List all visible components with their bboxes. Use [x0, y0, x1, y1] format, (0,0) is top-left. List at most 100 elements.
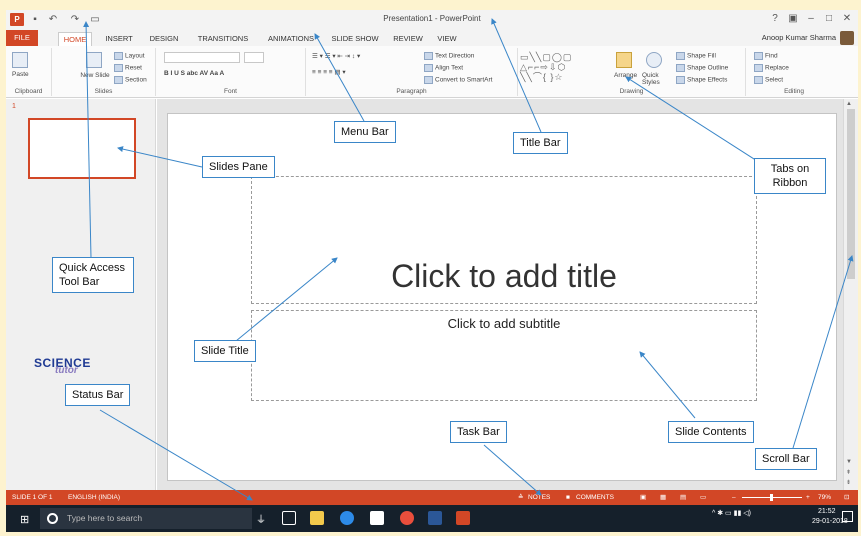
clock-time[interactable]: 21:52: [818, 508, 836, 515]
task-view-icon[interactable]: [282, 511, 296, 525]
arrange-button[interactable]: Arrange: [614, 72, 637, 79]
action-center-icon[interactable]: [842, 511, 853, 522]
title-placeholder[interactable]: Click to add title: [251, 176, 757, 304]
edge-browser-icon[interactable]: [340, 511, 354, 525]
font-size-combo[interactable]: [244, 52, 264, 63]
scroll-down-icon[interactable]: ▼: [846, 459, 852, 465]
callout-menu-bar: Menu Bar: [334, 121, 396, 143]
shape-outline-label: Shape Outline: [687, 64, 729, 72]
section-label: Section: [125, 76, 147, 84]
restore-icon[interactable]: □: [822, 12, 836, 26]
paste-button[interactable]: Paste: [12, 71, 29, 78]
window-title: Presentation1 - PowerPoint: [383, 14, 481, 23]
select-button[interactable]: Select: [754, 76, 783, 84]
ribbon: Paste Clipboard New Slide Layout Reset S…: [6, 46, 858, 98]
shape-fill-button[interactable]: Shape Fill: [676, 52, 716, 60]
tab-slide-show[interactable]: SLIDE SHOW: [328, 32, 382, 45]
tab-file[interactable]: FILE: [6, 30, 38, 46]
zoom-out-icon[interactable]: –: [732, 490, 736, 505]
subtitle-placeholder[interactable]: Click to add subtitle: [251, 310, 757, 401]
slide-show-icon[interactable]: ▭: [700, 490, 706, 505]
comments-button[interactable]: COMMENTS: [576, 490, 614, 505]
quick-styles-button[interactable]: Quick Styles: [642, 72, 672, 86]
text-direction-button[interactable]: Text Direction: [424, 52, 474, 60]
section-button[interactable]: Section: [114, 76, 147, 84]
callout-slide-contents: Slide Contents: [668, 421, 754, 443]
scrollbar-thumb[interactable]: [847, 109, 855, 279]
slides-pane[interactable]: 1: [6, 99, 156, 490]
next-slide-icon[interactable]: ⇟: [846, 479, 851, 486]
zoom-in-icon[interactable]: +: [806, 490, 810, 505]
slide-thumbnail[interactable]: [28, 118, 136, 179]
language-indicator[interactable]: ENGLISH (INDIA): [68, 490, 120, 505]
comments-icon[interactable]: ■: [566, 490, 570, 505]
chrome-icon[interactable]: [400, 511, 414, 525]
taskbar-search-box[interactable]: Type here to search: [40, 508, 252, 529]
user-name[interactable]: Anoop Kumar Sharma: [762, 33, 836, 42]
editing-label: Editing: [784, 88, 804, 95]
shape-outline-button[interactable]: Shape Outline: [676, 64, 728, 72]
menu-bar: FILE HOME INSERT DESIGN TRANSITIONS ANIM…: [6, 30, 858, 47]
normal-view-icon[interactable]: ▣: [640, 490, 646, 505]
shape-fill-label: Shape Fill: [687, 52, 716, 60]
tab-review[interactable]: REVIEW: [388, 32, 428, 45]
avatar[interactable]: [840, 31, 854, 45]
tab-view[interactable]: VIEW: [432, 32, 462, 45]
help-icon[interactable]: ?: [768, 12, 782, 26]
drawing-label: Drawing: [619, 88, 644, 95]
shapes-gallery[interactable]: ▭╲╲▢◯▢ △⌐⌐⇨⇩⬡ ╲╲⌒{ }☆: [520, 52, 610, 82]
shape-effects-label: Shape Effects: [687, 76, 728, 84]
zoom-level[interactable]: 79%: [818, 490, 831, 505]
scroll-up-icon[interactable]: ▲: [846, 101, 852, 107]
ribbon-display-options-icon[interactable]: ▣: [786, 12, 800, 26]
bullets-icon[interactable]: ☰ ▾ ☰ ▾ ⇤ ⇥ ↕ ▾: [312, 52, 360, 60]
microphone-icon[interactable]: ⏚: [256, 511, 270, 526]
text-direction-label: Text Direction: [435, 52, 475, 60]
previous-slide-icon[interactable]: ⇞: [846, 469, 851, 476]
shape-effects-button[interactable]: Shape Effects: [676, 76, 727, 84]
minimize-icon[interactable]: –: [804, 12, 818, 26]
convert-smartart-button[interactable]: Convert to SmartArt: [424, 76, 492, 84]
tab-home[interactable]: HOME: [58, 32, 92, 47]
title-bar: P ▪ ↶ ↷ ▭ Presentation1 - PowerPoint ? ▣…: [6, 10, 858, 30]
quick-styles-icon[interactable]: [646, 52, 662, 68]
tab-transitions[interactable]: TRANSITIONS: [192, 32, 254, 45]
fit-to-window-icon[interactable]: ⊡: [844, 490, 849, 505]
slide-sorter-icon[interactable]: ▦: [660, 490, 666, 505]
file-explorer-icon[interactable]: [310, 511, 324, 525]
subtitle-placeholder-text: Click to add subtitle: [447, 316, 561, 331]
store-icon[interactable]: [370, 511, 384, 525]
font-group: B I U S abc AV Aa A Font: [156, 48, 306, 96]
find-label: Find: [765, 52, 778, 60]
replace-button[interactable]: Replace: [754, 64, 789, 72]
taskbar: ⊞ Type here to search ⏚ ^ ✱ ▭ ▮▮ ◁) 21:5…: [6, 505, 858, 532]
new-slide-button[interactable]: New Slide: [80, 72, 110, 79]
zoom-slider-thumb[interactable]: [770, 494, 773, 501]
arrange-icon[interactable]: [616, 52, 632, 68]
notes-icon[interactable]: ≙: [518, 490, 523, 505]
close-icon[interactable]: ✕: [840, 12, 854, 26]
tab-design[interactable]: DESIGN: [146, 32, 182, 45]
tab-insert[interactable]: INSERT: [102, 32, 136, 45]
align-text-button[interactable]: Align Text: [424, 64, 463, 72]
powerpoint-taskbar-icon[interactable]: [456, 511, 470, 525]
system-tray-icons[interactable]: ^ ✱ ▭ ▮▮ ◁): [712, 509, 751, 517]
slides-label: Slides: [94, 88, 113, 95]
reset-button[interactable]: Reset: [114, 64, 142, 72]
word-icon[interactable]: [428, 511, 442, 525]
font-name-combo[interactable]: [164, 52, 240, 63]
font-format-buttons[interactable]: B I U S abc AV Aa A: [164, 70, 224, 77]
find-button[interactable]: Find: [754, 52, 778, 60]
align-icons[interactable]: ≡ ≡ ≡ ≡ ▤ ▾: [312, 68, 346, 76]
layout-button[interactable]: Layout: [114, 52, 145, 60]
notes-button[interactable]: NOTES: [528, 490, 550, 505]
new-slide-icon[interactable]: [86, 52, 102, 68]
search-placeholder: Type here to search: [67, 513, 143, 523]
reading-view-icon[interactable]: ▤: [680, 490, 686, 505]
tab-animations[interactable]: ANIMATIONS: [260, 32, 322, 45]
align-text-label: Align Text: [435, 64, 464, 72]
slide-count: SLIDE 1 OF 1: [12, 494, 53, 501]
vertical-scrollbar[interactable]: ▲ ▼ ⇞ ⇟: [843, 99, 858, 490]
paste-icon[interactable]: [12, 52, 28, 68]
windows-start-icon[interactable]: ⊞: [20, 513, 29, 526]
